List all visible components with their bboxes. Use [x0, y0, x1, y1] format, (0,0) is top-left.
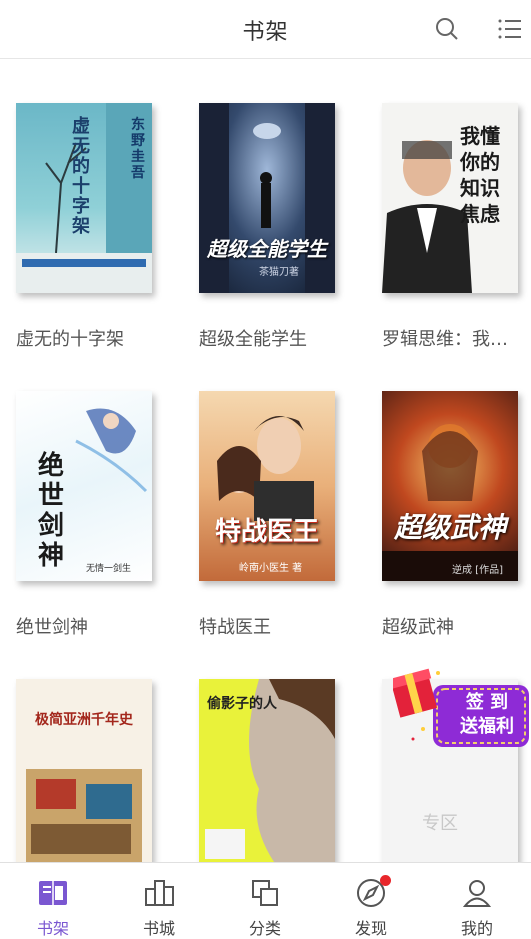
book-item[interactable]: 我懂你的知识焦虑 罗辑思维：我懂你的知识焦虑: [382, 103, 531, 350]
book-cover-author: 东野圭吾: [131, 117, 145, 181]
search-icon[interactable]: [434, 16, 460, 42]
book-cover[interactable]: 超级武神 逆成 [作品]: [382, 391, 518, 581]
tab-discover[interactable]: 发现: [318, 863, 424, 938]
book-cover-title: 极简亚洲千年史: [35, 712, 133, 728]
book-title: 超级武神: [382, 617, 454, 638]
book-item[interactable]: 虚无的十字架 东野圭吾 虚无的十字架: [16, 103, 166, 350]
tab-category[interactable]: 分类: [212, 863, 318, 938]
book-cover-author: 逆成 [作品]: [452, 565, 503, 576]
book-cover[interactable]: 偷影子的人: [199, 679, 335, 862]
bookstore-icon: [145, 880, 174, 906]
book-cover-title: 偷影子的人: [207, 696, 277, 712]
book-cover[interactable]: 绝世剑神 无情一剑生: [16, 391, 152, 581]
tab-bookshelf[interactable]: 书架: [0, 863, 106, 938]
book-cover-title: 专区: [422, 813, 458, 834]
book-cover-title: 绝世剑神: [38, 451, 65, 571]
notification-dot: [380, 875, 391, 886]
book-cover-title: 虚无的十字架: [72, 116, 90, 237]
book-cover[interactable]: 虚无的十字架 东野圭吾: [16, 103, 152, 293]
book-title: 特战医王: [199, 617, 271, 638]
book-item[interactable]: 超级全能学生 茶猫刀著 超级全能学生: [199, 103, 349, 350]
book-item[interactable]: 偷影子的人: [199, 679, 349, 862]
menu-icon[interactable]: [497, 16, 523, 42]
promo-line-2: 送福利: [460, 716, 514, 737]
tab-label: 书城: [142, 919, 175, 938]
bottom-tab-bar: 书架 书城 分类 发现 我的: [0, 862, 531, 938]
book-cover-author: 岭南小医生 著: [239, 563, 303, 574]
book-cover-title: 超级武神: [393, 511, 506, 544]
category-icon: [252, 880, 278, 906]
tab-bookstore[interactable]: 书城: [106, 863, 212, 938]
book-cover[interactable]: 我懂你的知识焦虑: [382, 103, 518, 293]
book-cover-author: 无情一剑生: [86, 564, 132, 574]
book-title: 罗辑思维：我懂你的知识焦虑: [382, 329, 522, 350]
book-title: 虚无的十字架: [16, 329, 124, 350]
book-cover-title: 超级全能学生: [207, 237, 327, 261]
tab-label: 分类: [248, 919, 281, 938]
book-cover[interactable]: 极简亚洲千年史: [16, 679, 152, 862]
tab-label: 发现: [354, 919, 387, 938]
top-bar: 书架: [0, 0, 531, 59]
book-item[interactable]: 极简亚洲千年史: [16, 679, 166, 862]
book-item[interactable]: 超级武神 逆成 [作品] 超级武神: [382, 391, 531, 638]
promo-line-1: 签 到: [465, 692, 509, 713]
bookshelf-icon: [39, 881, 67, 905]
profile-icon: [462, 880, 492, 907]
book-cover-title: 我懂你的知识焦虑: [460, 124, 500, 226]
tab-profile[interactable]: 我的: [424, 863, 530, 938]
book-cover-title: 特战医王: [214, 517, 319, 547]
book-item[interactable]: 绝世剑神 无情一剑生 绝世剑神: [16, 391, 166, 638]
book-item[interactable]: 特战医王 岭南小医生 著 特战医王: [199, 391, 349, 638]
book-title: 绝世剑神: [16, 617, 88, 638]
tab-label: 书架: [36, 919, 69, 938]
book-cover[interactable]: 超级全能学生 茶猫刀著: [199, 103, 335, 293]
book-cover-author: 茶猫刀著: [259, 267, 299, 278]
sign-in-promo[interactable]: 签 到 送福利: [393, 665, 531, 755]
book-title: 超级全能学生: [199, 329, 307, 350]
book-cover[interactable]: 特战医王 岭南小医生 著: [199, 391, 335, 581]
tab-label: 我的: [460, 919, 493, 938]
